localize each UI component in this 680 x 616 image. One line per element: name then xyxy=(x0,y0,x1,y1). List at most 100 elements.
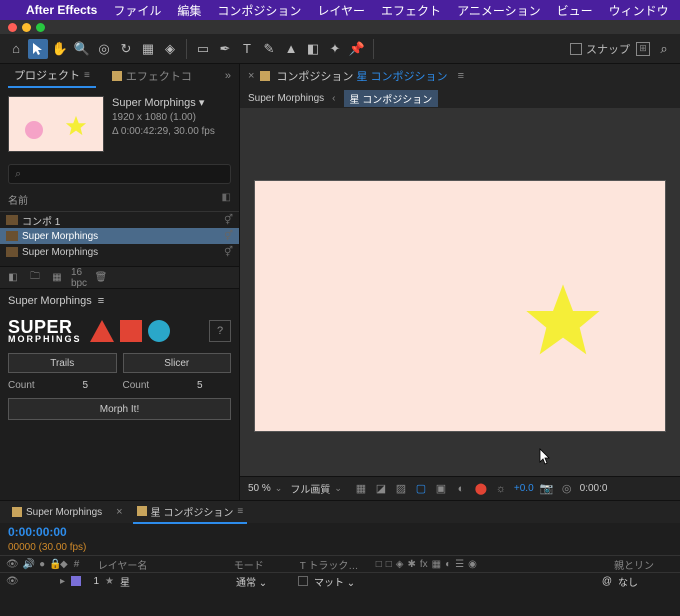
color-icon[interactable]: ⬤ xyxy=(474,482,488,496)
current-time[interactable]: 0:00:00:00 xyxy=(8,525,67,539)
shape-tool[interactable]: ▭ xyxy=(193,39,213,59)
eye-icon[interactable]: 👁 xyxy=(6,559,19,570)
col-switches[interactable]: □□◈✱fx▦◐☰◉ xyxy=(376,559,608,570)
mask-icon[interactable]: ◪ xyxy=(374,482,388,496)
project-row[interactable]: コンポ 1 ⚥ xyxy=(0,212,239,228)
snap-checkbox[interactable] xyxy=(570,43,582,55)
sm-circle-button[interactable] xyxy=(148,320,170,342)
zoom-tool[interactable]: 🔍 xyxy=(72,39,92,59)
project-row-selected[interactable]: Super Morphings ⚥ xyxy=(0,228,239,244)
channel-icon[interactable]: ▣ xyxy=(434,482,448,496)
snapshot-icon[interactable]: 📷 xyxy=(540,482,554,496)
menu-effect[interactable]: エフェクト xyxy=(381,2,441,19)
menu-composition[interactable]: コンポジション xyxy=(217,2,301,19)
layer-color-swatch[interactable] xyxy=(71,576,81,586)
sm-slicer-button[interactable]: Slicer xyxy=(123,353,232,373)
brush-tool[interactable]: ✎ xyxy=(259,39,279,59)
sm-triangle-button[interactable] xyxy=(90,320,114,342)
eraser-tool[interactable]: ◧ xyxy=(303,39,323,59)
crumb-current[interactable]: 星 コンポジション xyxy=(344,90,439,107)
sm-morph-it-button[interactable]: Morph It! xyxy=(8,398,231,420)
minimize-window-button[interactable] xyxy=(22,23,31,32)
pen-tool[interactable]: ✒ xyxy=(215,39,235,59)
new-comp-icon[interactable]: ▦ xyxy=(50,271,64,285)
crumb-parent[interactable]: Super Morphings xyxy=(248,93,324,104)
reset-exposure-icon[interactable]: ☼ xyxy=(494,482,508,496)
rotate-tool[interactable]: ↻ xyxy=(116,39,136,59)
star-layer[interactable] xyxy=(523,281,603,361)
menu-app-name[interactable]: After Effects xyxy=(26,3,97,17)
quality-dropdown[interactable]: フル画質 xyxy=(290,481,342,496)
menu-edit[interactable]: 編集 xyxy=(177,2,201,19)
project-item-name[interactable]: Super Morphings ▾ xyxy=(112,96,215,111)
twirl-icon[interactable]: ▸ xyxy=(60,576,65,587)
composition-canvas[interactable] xyxy=(255,181,665,431)
bpc-toggle[interactable]: 16 bpc xyxy=(72,271,86,285)
timeline-tab[interactable]: Super Morphings xyxy=(8,504,106,521)
zoom-window-button[interactable] xyxy=(36,23,45,32)
audio-icon[interactable]: 🔊 xyxy=(23,559,35,570)
solo-icon[interactable]: ● xyxy=(39,559,45,570)
menu-view[interactable]: ビュー xyxy=(557,2,593,19)
sm-help-button[interactable]: ? xyxy=(209,320,231,342)
project-row[interactable]: Super Morphings ⚥ xyxy=(0,244,239,260)
track-matte-swatch[interactable] xyxy=(298,576,308,586)
panel-menu-icon[interactable]: ≡ xyxy=(84,70,90,81)
project-search-input[interactable]: ⌕ xyxy=(8,164,231,184)
sm-panel-title[interactable]: Super Morphings xyxy=(8,295,92,307)
track-matte-dropdown[interactable]: マット ⌄ xyxy=(314,574,380,589)
layer-name[interactable]: 星 xyxy=(120,574,230,589)
panel-menu-icon[interactable]: ≡ xyxy=(98,295,104,307)
new-folder-icon[interactable]: 🗀 xyxy=(28,271,42,285)
menu-layer[interactable]: レイヤー xyxy=(317,2,365,19)
region-icon[interactable]: ▢ xyxy=(414,482,428,496)
orbit-tool[interactable]: ◎ xyxy=(94,39,114,59)
blend-mode-dropdown[interactable]: 通常 ⌄ xyxy=(236,574,292,589)
show-snapshot-icon[interactable]: ◎ xyxy=(560,482,574,496)
home-icon[interactable]: ⌂ xyxy=(6,39,26,59)
panel-menu-icon[interactable]: ≡ xyxy=(458,70,464,82)
tabs-overflow[interactable]: » xyxy=(225,70,231,82)
col-layer-name[interactable]: レイヤー名 xyxy=(98,557,228,572)
camera-tool[interactable]: ▦ xyxy=(138,39,158,59)
selection-tool[interactable] xyxy=(28,39,48,59)
label-icon[interactable]: ◆ xyxy=(60,559,68,570)
exposure-value[interactable]: +0.0 xyxy=(514,483,534,494)
tab-project[interactable]: プロジェクト≡ xyxy=(8,64,96,88)
close-window-button[interactable] xyxy=(8,23,17,32)
col-tags-icon[interactable]: ◧ xyxy=(222,192,231,207)
snap-options-icon[interactable]: ⊞ xyxy=(636,42,650,56)
search-icon[interactable]: ⌕ xyxy=(654,39,674,59)
puppet-tool[interactable]: 📌 xyxy=(347,39,367,59)
transparency-icon[interactable]: ▨ xyxy=(394,482,408,496)
viewer-tab-label[interactable]: コンポジション 星 コンポジション xyxy=(276,68,447,84)
pan-behind-tool[interactable]: ◈ xyxy=(160,39,180,59)
timeline-tab-active[interactable]: 星 コンポジション ≡ xyxy=(133,501,248,524)
timeline-layer-row[interactable]: 👁 ▸ 1 ★ 星 通常 ⌄ マット ⌄ @ なし xyxy=(0,573,680,589)
sm-count1-value[interactable]: 5 xyxy=(54,380,117,391)
menu-window[interactable]: ウィンドウ xyxy=(609,2,669,19)
tab-effects-controls[interactable]: エフェクトコ xyxy=(106,65,198,87)
parent-pickwhip-icon[interactable]: @ xyxy=(602,576,612,587)
col-name[interactable]: 名前 xyxy=(8,192,28,207)
trash-icon[interactable]: 🗑 xyxy=(94,271,108,285)
menu-file[interactable]: ファイル xyxy=(113,2,161,19)
sm-trails-button[interactable]: Trails xyxy=(8,353,117,373)
parent-dropdown[interactable]: なし xyxy=(618,574,674,589)
menu-animation[interactable]: アニメーション xyxy=(457,2,541,19)
grid-icon[interactable]: ▦ xyxy=(354,482,368,496)
eye-icon[interactable]: 👁 xyxy=(6,576,19,587)
col-number[interactable]: # xyxy=(74,559,92,570)
type-tool[interactable]: T xyxy=(237,39,257,59)
tab-close-icon[interactable]: × xyxy=(116,506,122,518)
timecode-icon[interactable]: ◐ xyxy=(454,482,468,496)
close-tab-icon[interactable]: × xyxy=(248,70,254,82)
hand-tool[interactable]: ✋ xyxy=(50,39,70,59)
interpret-icon[interactable]: ◧ xyxy=(6,271,20,285)
clone-tool[interactable]: ▲ xyxy=(281,39,301,59)
sm-square-button[interactable] xyxy=(120,320,142,342)
panel-menu-icon[interactable]: ≡ xyxy=(237,506,243,517)
col-mode[interactable]: モード xyxy=(234,557,294,572)
sm-count2-value[interactable]: 5 xyxy=(169,380,232,391)
zoom-dropdown[interactable]: 50 % xyxy=(248,483,282,494)
